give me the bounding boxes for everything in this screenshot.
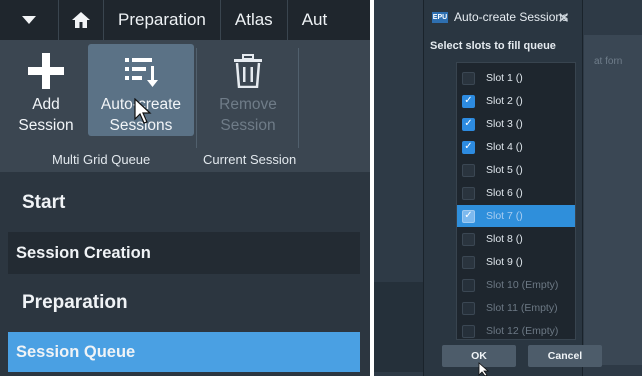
slot-checkbox[interactable] bbox=[462, 71, 475, 85]
auto-create-sessions-dialog: EPU Auto-create Sessions ✕ Select slots … bbox=[423, 0, 602, 376]
slot-label: Slot 10 (Empty) bbox=[486, 279, 559, 291]
slot-checkbox[interactable]: ✓ bbox=[462, 209, 475, 223]
slot-checkbox bbox=[462, 278, 475, 292]
background-window bbox=[374, 282, 423, 372]
background-text: at forn bbox=[594, 56, 623, 67]
top-tab-bar: Preparation Atlas Aut bbox=[0, 0, 370, 40]
slot-item: Slot 12 (Empty) bbox=[457, 320, 575, 342]
slot-item[interactable]: Slot 6 () bbox=[457, 182, 575, 204]
slot-checkbox[interactable]: ✓ bbox=[462, 140, 475, 154]
sorted-list-icon bbox=[123, 48, 159, 94]
nav-item-session-queue[interactable]: Session Queue bbox=[8, 332, 360, 372]
cancel-button[interactable]: Cancel bbox=[528, 345, 602, 367]
slot-label: Slot 7 () bbox=[486, 210, 523, 222]
tab-automated-acquisition[interactable]: Aut bbox=[286, 0, 342, 40]
close-icon[interactable]: ✕ bbox=[557, 9, 570, 27]
slot-label: Slot 2 () bbox=[486, 95, 523, 107]
slot-item[interactable]: ✓ Slot 3 () bbox=[457, 113, 575, 135]
slot-label: Slot 3 () bbox=[486, 118, 523, 130]
slot-label: Slot 8 () bbox=[486, 233, 523, 245]
nav-item-session-creation-label: Session Creation bbox=[16, 243, 151, 262]
nav-item-preparation[interactable]: Preparation bbox=[8, 280, 360, 326]
slot-item[interactable]: Slot 5 () bbox=[457, 159, 575, 181]
remove-session-button[interactable]: Remove Session bbox=[204, 44, 292, 136]
mouse-cursor-icon bbox=[134, 98, 152, 124]
slot-item: Slot 10 (Empty) bbox=[457, 274, 575, 296]
ribbon-group-labels: Multi Grid Queue Current Session bbox=[0, 148, 370, 172]
slot-label: Slot 1 () bbox=[486, 72, 523, 84]
nav-item-preparation-label: Preparation bbox=[22, 292, 128, 313]
slot-label: Slot 12 (Empty) bbox=[486, 325, 559, 337]
group-label-current-session: Current Session bbox=[203, 152, 297, 167]
nav-item-session-creation[interactable]: Session Creation bbox=[8, 232, 360, 274]
slot-checkbox bbox=[462, 301, 475, 315]
dialog-title-bar: EPU Auto-create Sessions ✕ bbox=[424, 0, 582, 34]
slot-label: Slot 6 () bbox=[486, 187, 523, 199]
slot-checkbox[interactable] bbox=[462, 232, 475, 246]
nav-item-session-queue-label: Session Queue bbox=[16, 342, 136, 361]
slot-item[interactable]: ✓ Slot 7 () bbox=[457, 205, 575, 227]
slot-checkbox[interactable] bbox=[462, 186, 475, 200]
slot-label: Slot 11 (Empty) bbox=[486, 302, 558, 314]
slot-checkbox[interactable]: ✓ bbox=[462, 94, 475, 108]
mouse-cursor-icon bbox=[478, 362, 490, 376]
group-label-multi-grid-queue: Multi Grid Queue bbox=[52, 152, 151, 167]
dialog-screenshot-panel: at forn EPU Auto-create Sessions ✕ Selec… bbox=[374, 0, 642, 376]
slot-label: Slot 9 () bbox=[486, 256, 523, 268]
slot-item[interactable]: Slot 8 () bbox=[457, 228, 575, 250]
remove-session-label: Remove Session bbox=[219, 96, 277, 134]
slot-item[interactable]: Slot 1 () bbox=[457, 67, 575, 89]
add-session-label: Add Session bbox=[18, 96, 74, 134]
nav-item-start-label: Start bbox=[22, 192, 66, 213]
dialog-prompt: Select slots to fill queue bbox=[430, 40, 556, 52]
slot-item[interactable]: Slot 9 () bbox=[457, 251, 575, 273]
trash-icon bbox=[233, 48, 263, 94]
slot-checkbox[interactable]: ✓ bbox=[462, 117, 475, 131]
slot-item[interactable]: ✓ Slot 4 () bbox=[457, 136, 575, 158]
slot-item[interactable]: ✓ Slot 2 () bbox=[457, 90, 575, 112]
tab-preparation[interactable]: Preparation bbox=[103, 0, 220, 40]
add-session-button[interactable]: Add Session bbox=[8, 44, 84, 136]
slot-item: Slot 11 (Empty) bbox=[457, 297, 575, 319]
slot-label: Slot 4 () bbox=[486, 141, 523, 153]
nav-item-start[interactable]: Start bbox=[8, 180, 360, 226]
slot-checkbox[interactable] bbox=[462, 163, 475, 177]
slot-checkbox[interactable] bbox=[462, 255, 475, 269]
home-icon[interactable] bbox=[58, 0, 103, 40]
dialog-title: Auto-create Sessions bbox=[454, 10, 569, 24]
plus-icon bbox=[27, 48, 65, 94]
tab-atlas[interactable]: Atlas bbox=[219, 0, 287, 40]
slot-list: Slot 1 () ✓ Slot 2 () ✓ Slot 3 () ✓ Slot 4 () S… bbox=[456, 62, 576, 340]
epu-app-icon: EPU bbox=[432, 11, 448, 23]
menu-dropdown-icon[interactable] bbox=[0, 0, 58, 40]
slot-checkbox bbox=[462, 324, 475, 338]
slot-label: Slot 5 () bbox=[486, 164, 523, 176]
epu-main-window: Preparation Atlas Aut Add Session Sessio… bbox=[0, 0, 370, 376]
background-window bbox=[584, 35, 642, 365]
